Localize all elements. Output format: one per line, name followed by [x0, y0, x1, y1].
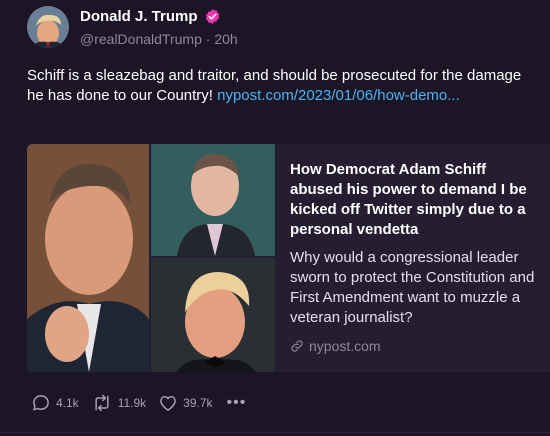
post: Donald J. Trump @realDonaldTrump · 20h S… — [0, 0, 550, 436]
like-button[interactable]: 39.7k — [158, 393, 213, 413]
link-icon — [291, 340, 303, 352]
card-domain-row: nypost.com — [290, 338, 381, 354]
card-description: Why would a congressional leader sworn t… — [290, 249, 535, 326]
reply-count: 4.1k — [56, 396, 79, 410]
more-icon[interactable]: ••• — [227, 394, 247, 412]
avatar[interactable] — [27, 6, 69, 48]
card-image — [27, 144, 275, 372]
link-preview-card[interactable]: How Democrat Adam Schiff abused his powe… — [27, 144, 550, 372]
author-handle-row: @realDonaldTrump · 20h — [80, 31, 238, 47]
post-link[interactable]: nypost.com/2023/01/06/how-demo... — [217, 87, 460, 104]
author-name[interactable]: Donald J. Trump — [80, 8, 198, 25]
reply-icon — [33, 395, 49, 411]
card-text: How Democrat Adam Schiff abused his powe… — [290, 160, 540, 328]
post-text: Schiff is a sleazebag and traitor, and s… — [27, 66, 527, 106]
post-time[interactable]: 20h — [214, 31, 237, 47]
post-divider — [0, 432, 550, 433]
author-handle[interactable]: @realDonaldTrump — [80, 31, 202, 47]
repost-count: 11.9k — [117, 396, 147, 410]
reply-button[interactable]: 4.1k — [31, 393, 79, 413]
handle-separator: · — [201, 31, 215, 47]
author-row: Donald J. Trump — [80, 8, 221, 25]
like-icon — [160, 396, 176, 411]
repost-button[interactable]: 11.9k — [91, 393, 146, 413]
repost-icon — [95, 394, 109, 412]
avatar-image — [27, 6, 69, 48]
card-domain: nypost.com — [309, 338, 381, 354]
action-bar: 4.1k 11.9k 39.7k ••• — [31, 393, 246, 413]
verified-badge-icon — [205, 9, 219, 24]
like-count: 39.7k — [183, 396, 213, 410]
card-title: How Democrat Adam Schiff abused his powe… — [290, 161, 527, 238]
